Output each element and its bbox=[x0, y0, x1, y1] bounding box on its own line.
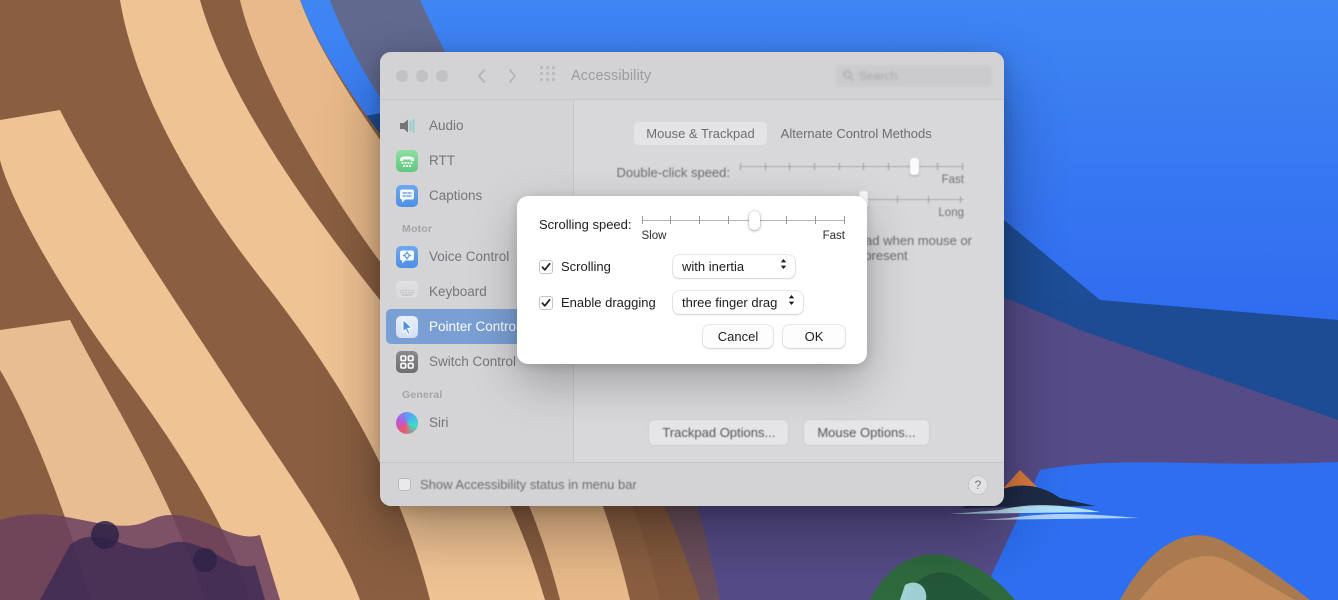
search-icon bbox=[843, 70, 854, 81]
window-title: Accessibility bbox=[571, 67, 652, 84]
enable-dragging-popup-value: three finger drag bbox=[682, 295, 778, 310]
sidebar-item-label: Keyboard bbox=[429, 284, 487, 299]
grid-icon[interactable] bbox=[540, 65, 555, 86]
captions-icon bbox=[396, 184, 418, 207]
ok-button[interactable]: OK bbox=[783, 325, 845, 348]
close-button[interactable] bbox=[396, 69, 408, 82]
rtt-icon bbox=[396, 149, 418, 172]
mouse-options-button[interactable]: Mouse Options... bbox=[803, 419, 930, 446]
scrolling-options-dialog: Scrolling speed: Slow Fast Scrolling wit… bbox=[517, 196, 867, 364]
scrolling-checkbox[interactable] bbox=[539, 259, 553, 274]
slider-thumb[interactable] bbox=[910, 158, 920, 175]
voice-control-icon bbox=[396, 245, 418, 268]
sidebar-item-label: Captions bbox=[429, 188, 483, 203]
traffic-lights[interactable] bbox=[396, 69, 448, 82]
scrolling-speed-thumb[interactable] bbox=[749, 211, 761, 230]
tab-alternate-control-methods[interactable]: Alternate Control Methods bbox=[769, 122, 944, 145]
sidebar-item-label: Voice Control bbox=[429, 249, 510, 264]
sidebar-item-siri[interactable]: Siri bbox=[386, 405, 567, 440]
sidebar-item-label: Siri bbox=[429, 415, 449, 430]
scrolling-speed-min-label: Slow bbox=[641, 230, 667, 242]
desktop: Accessibility Search Audio RTT Captions … bbox=[0, 0, 1338, 600]
show-accessibility-status-checkbox[interactable] bbox=[398, 478, 411, 491]
sidebar-item-label: RTT bbox=[429, 153, 455, 168]
sidebar-item-label: Pointer Control bbox=[429, 319, 520, 334]
show-accessibility-status-label: Show Accessibility status in menu bar bbox=[420, 477, 637, 492]
chevron-left-icon[interactable] bbox=[476, 68, 487, 84]
scrolling-popup-button[interactable]: with inertia bbox=[673, 255, 795, 278]
dialog-buttons[interactable]: Cancel OK bbox=[539, 325, 845, 348]
scrolling-speed-max-label: Fast bbox=[822, 230, 845, 242]
enable-dragging-checkbox[interactable] bbox=[539, 295, 553, 310]
options-buttons[interactable]: Trackpad Options... Mouse Options... bbox=[574, 419, 1004, 462]
switch-control-icon bbox=[396, 350, 418, 373]
double-click-speed-row: Double-click speed: Slow bbox=[574, 145, 1004, 186]
minimize-button[interactable] bbox=[416, 69, 428, 82]
scrolling-row: Scrolling with inertia bbox=[539, 255, 845, 278]
scrolling-speed-row: Scrolling speed: Slow Fast bbox=[539, 211, 845, 242]
keyboard-icon bbox=[396, 280, 418, 303]
sidebar-item-audio[interactable]: Audio bbox=[386, 108, 567, 143]
double-click-speed-label: Double-click speed: bbox=[616, 165, 730, 180]
pointer-control-icon bbox=[396, 315, 418, 338]
audio-icon bbox=[396, 115, 418, 137]
siri-icon bbox=[396, 411, 418, 434]
window-titlebar: Accessibility Search bbox=[380, 52, 1004, 100]
scrolling-popup-value: with inertia bbox=[682, 259, 745, 274]
search-placeholder: Search bbox=[859, 68, 898, 83]
spring-delay-max-label: Long bbox=[938, 207, 964, 219]
sidebar-group-general: General bbox=[402, 389, 443, 401]
sidebar-item-rtt[interactable]: RTT bbox=[386, 143, 567, 178]
enable-dragging-label: Enable dragging bbox=[561, 295, 656, 310]
chevron-updown-icon bbox=[779, 257, 788, 276]
double-click-max-label: Fast bbox=[941, 174, 964, 186]
enable-dragging-row: Enable dragging three finger drag bbox=[539, 291, 845, 314]
search-field[interactable]: Search bbox=[836, 64, 992, 87]
sidebar-item-label: Audio bbox=[429, 118, 464, 133]
help-button[interactable]: ? bbox=[968, 474, 988, 495]
scrolling-speed-slider[interactable]: Slow Fast bbox=[641, 211, 845, 242]
checkmark-icon bbox=[541, 262, 551, 271]
sidebar-item-label: Switch Control bbox=[429, 354, 517, 369]
window-footer: Show Accessibility status in menu bar ? bbox=[380, 462, 1004, 506]
enable-dragging-popup-button[interactable]: three finger drag bbox=[673, 291, 804, 314]
scrolling-label: Scrolling bbox=[561, 259, 611, 274]
tab-bar[interactable]: Mouse & Trackpad Alternate Control Metho… bbox=[574, 100, 1004, 145]
cancel-button[interactable]: Cancel bbox=[703, 325, 773, 348]
scrolling-speed-label: Scrolling speed: bbox=[539, 217, 632, 232]
tab-mouse-trackpad[interactable]: Mouse & Trackpad bbox=[634, 122, 767, 145]
checkmark-icon bbox=[541, 298, 551, 307]
zoom-button[interactable] bbox=[436, 69, 448, 82]
trackpad-options-button[interactable]: Trackpad Options... bbox=[648, 419, 790, 446]
chevron-updown-icon bbox=[787, 293, 796, 312]
chevron-right-icon[interactable] bbox=[507, 68, 518, 84]
double-click-speed-slider[interactable]: Slow Fast bbox=[740, 158, 964, 186]
